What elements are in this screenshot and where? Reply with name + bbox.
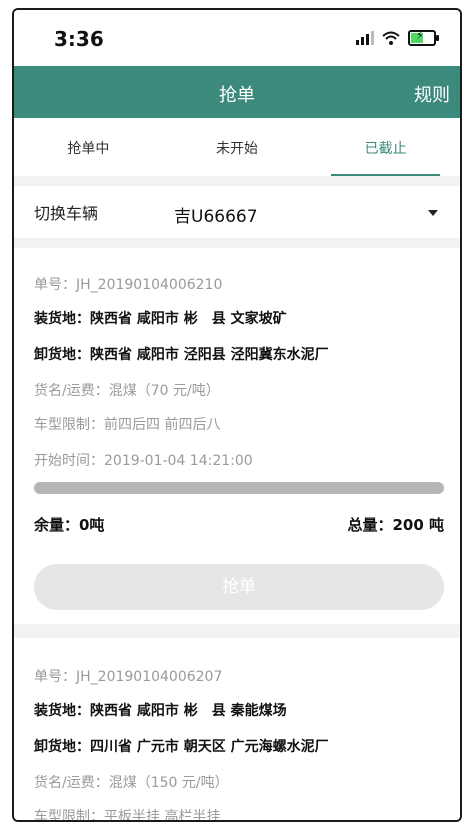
- unload-location: 卸货地：陕西省 咸阳市 泾阳县 泾阳冀东水泥厂: [34, 347, 329, 363]
- status-bar: 3:36 ⚡: [14, 10, 460, 66]
- nav-bar: 抢单 规则: [14, 66, 460, 118]
- status-time: 3:36: [54, 27, 104, 51]
- wifi-icon: [382, 31, 400, 45]
- vehicle-label: 切换车辆: [34, 204, 99, 223]
- remaining-amount: 余量：0吨: [34, 516, 105, 534]
- order-number: 单号：JH_20190104006210: [34, 277, 223, 293]
- vehicle-limit: 车型限制：前四后四 前四后八: [34, 417, 221, 433]
- total-amount: 总量：200 吨: [347, 516, 444, 534]
- unload-location: 卸货地：四川省 广元市 朝天区 广元海螺水泥厂: [34, 739, 329, 755]
- goods-freight: 货名/运费：混煤（150 元/吨）: [34, 775, 229, 791]
- start-time: 开始时间：2019-01-04 14:21:00: [34, 453, 253, 469]
- order-number: 单号：JH_20190104006207: [34, 669, 223, 685]
- chevron-down-icon[interactable]: [428, 210, 438, 216]
- order-card: 单号：JH_20190104006210 装货地：陕西省 咸阳市 彬 县 文家坡…: [14, 248, 460, 624]
- load-location: 装货地：陕西省 咸阳市 彬 县 秦能煤场: [34, 703, 287, 719]
- phone-frame: 3:36 ⚡ 抢单 规则 抢单中 未开始 已截止 切换车辆 吉U66667 单号…: [12, 8, 462, 822]
- status-icons: ⚡: [356, 30, 439, 46]
- progress-bar: [34, 482, 444, 494]
- goods-freight: 货名/运费：混煤（70 元/吨）: [34, 383, 220, 399]
- tab-bar: 抢单中 未开始 已截止: [14, 118, 460, 176]
- signal-icon: [356, 31, 374, 45]
- grab-order-button[interactable]: 抢单: [34, 564, 444, 610]
- order-card: 单号：JH_20190104006207 装货地：陕西省 咸阳市 彬 县 秦能煤…: [14, 638, 460, 822]
- page-title: 抢单: [219, 85, 255, 106]
- vehicle-selector[interactable]: 切换车辆 吉U66667: [14, 186, 460, 238]
- tab-closed[interactable]: 已截止: [311, 118, 460, 176]
- tab-not-started[interactable]: 未开始: [163, 118, 312, 176]
- load-location: 装货地：陕西省 咸阳市 彬 县 文家坡矿: [34, 311, 287, 327]
- progress-fill: [34, 482, 444, 494]
- vehicle-plate: 吉U66667: [174, 207, 258, 227]
- battery-icon: ⚡: [408, 30, 439, 46]
- vehicle-limit: 车型限制：平板半挂 高栏半挂: [34, 809, 221, 822]
- rules-link[interactable]: 规则: [414, 81, 450, 107]
- tab-grabbing[interactable]: 抢单中: [14, 118, 163, 176]
